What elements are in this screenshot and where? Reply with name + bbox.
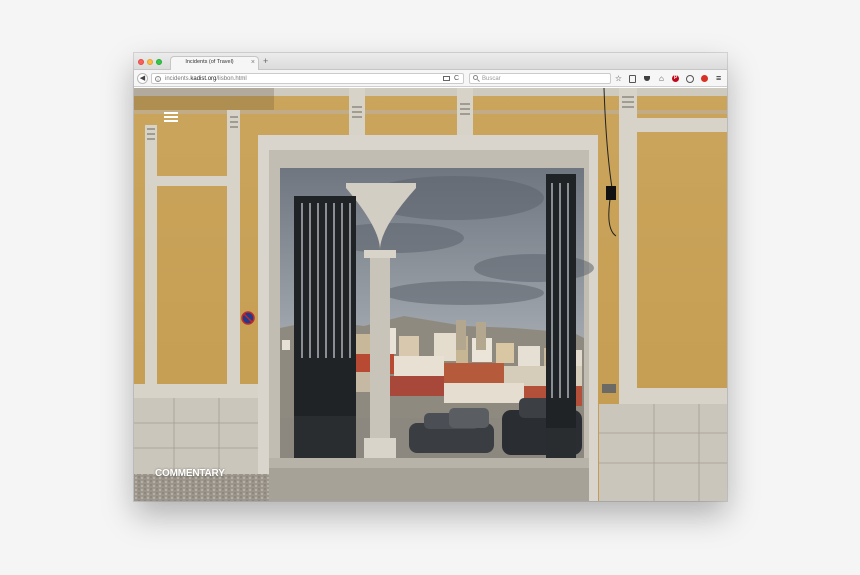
search-placeholder: Buscar [482, 76, 501, 82]
reader-view-icon[interactable] [443, 76, 450, 81]
back-button[interactable]: ◀ [137, 73, 148, 84]
url-text[interactable]: incidents.kadist.org/lisbon.html [165, 75, 247, 83]
pocket-icon[interactable] [643, 74, 652, 83]
clipboard-icon[interactable] [628, 74, 637, 83]
tab-active[interactable]: Incidents (of Travel) × [170, 56, 259, 70]
minimize-window-button[interactable] [147, 59, 153, 65]
hero-photo [134, 88, 727, 501]
hamburger-menu-button[interactable] [164, 111, 178, 122]
download-icon[interactable] [685, 74, 694, 83]
home-icon[interactable] [657, 74, 666, 83]
url-path: /lisbon.html [216, 76, 247, 82]
navigation-toolbar: ◀ i incidents.kadist.org/lisbon.html C B… [134, 70, 727, 87]
reload-icon[interactable]: C [454, 74, 459, 83]
tab-title: Incidents (of Travel) [185, 59, 234, 65]
star-icon[interactable] [614, 74, 623, 83]
tab-close-icon[interactable]: × [251, 58, 255, 68]
maximize-window-button[interactable] [156, 59, 162, 65]
commentary-link[interactable]: COMMENTARY [155, 468, 225, 479]
toolbar-icons [614, 73, 727, 84]
search-bar[interactable]: Buscar [469, 73, 611, 84]
browser-window: Incidents (of Travel) × + ◀ i incidents.… [134, 53, 727, 501]
site-info-icon[interactable]: i [155, 75, 161, 82]
tab-bar: Incidents (of Travel) × + [134, 53, 727, 70]
stop-icon[interactable] [700, 74, 709, 83]
url-domain: kadist.org [190, 76, 217, 82]
hamburger-icon [164, 112, 178, 114]
page-content: COMMENTARY [134, 88, 727, 501]
address-bar[interactable]: i incidents.kadist.org/lisbon.html C [151, 73, 464, 84]
menu-icon[interactable] [714, 74, 723, 83]
url-prefix: incidents. [165, 76, 191, 82]
pinterest-icon[interactable] [671, 74, 680, 83]
search-icon [473, 75, 480, 82]
new-tab-button[interactable]: + [263, 56, 268, 67]
close-window-button[interactable] [138, 59, 144, 65]
